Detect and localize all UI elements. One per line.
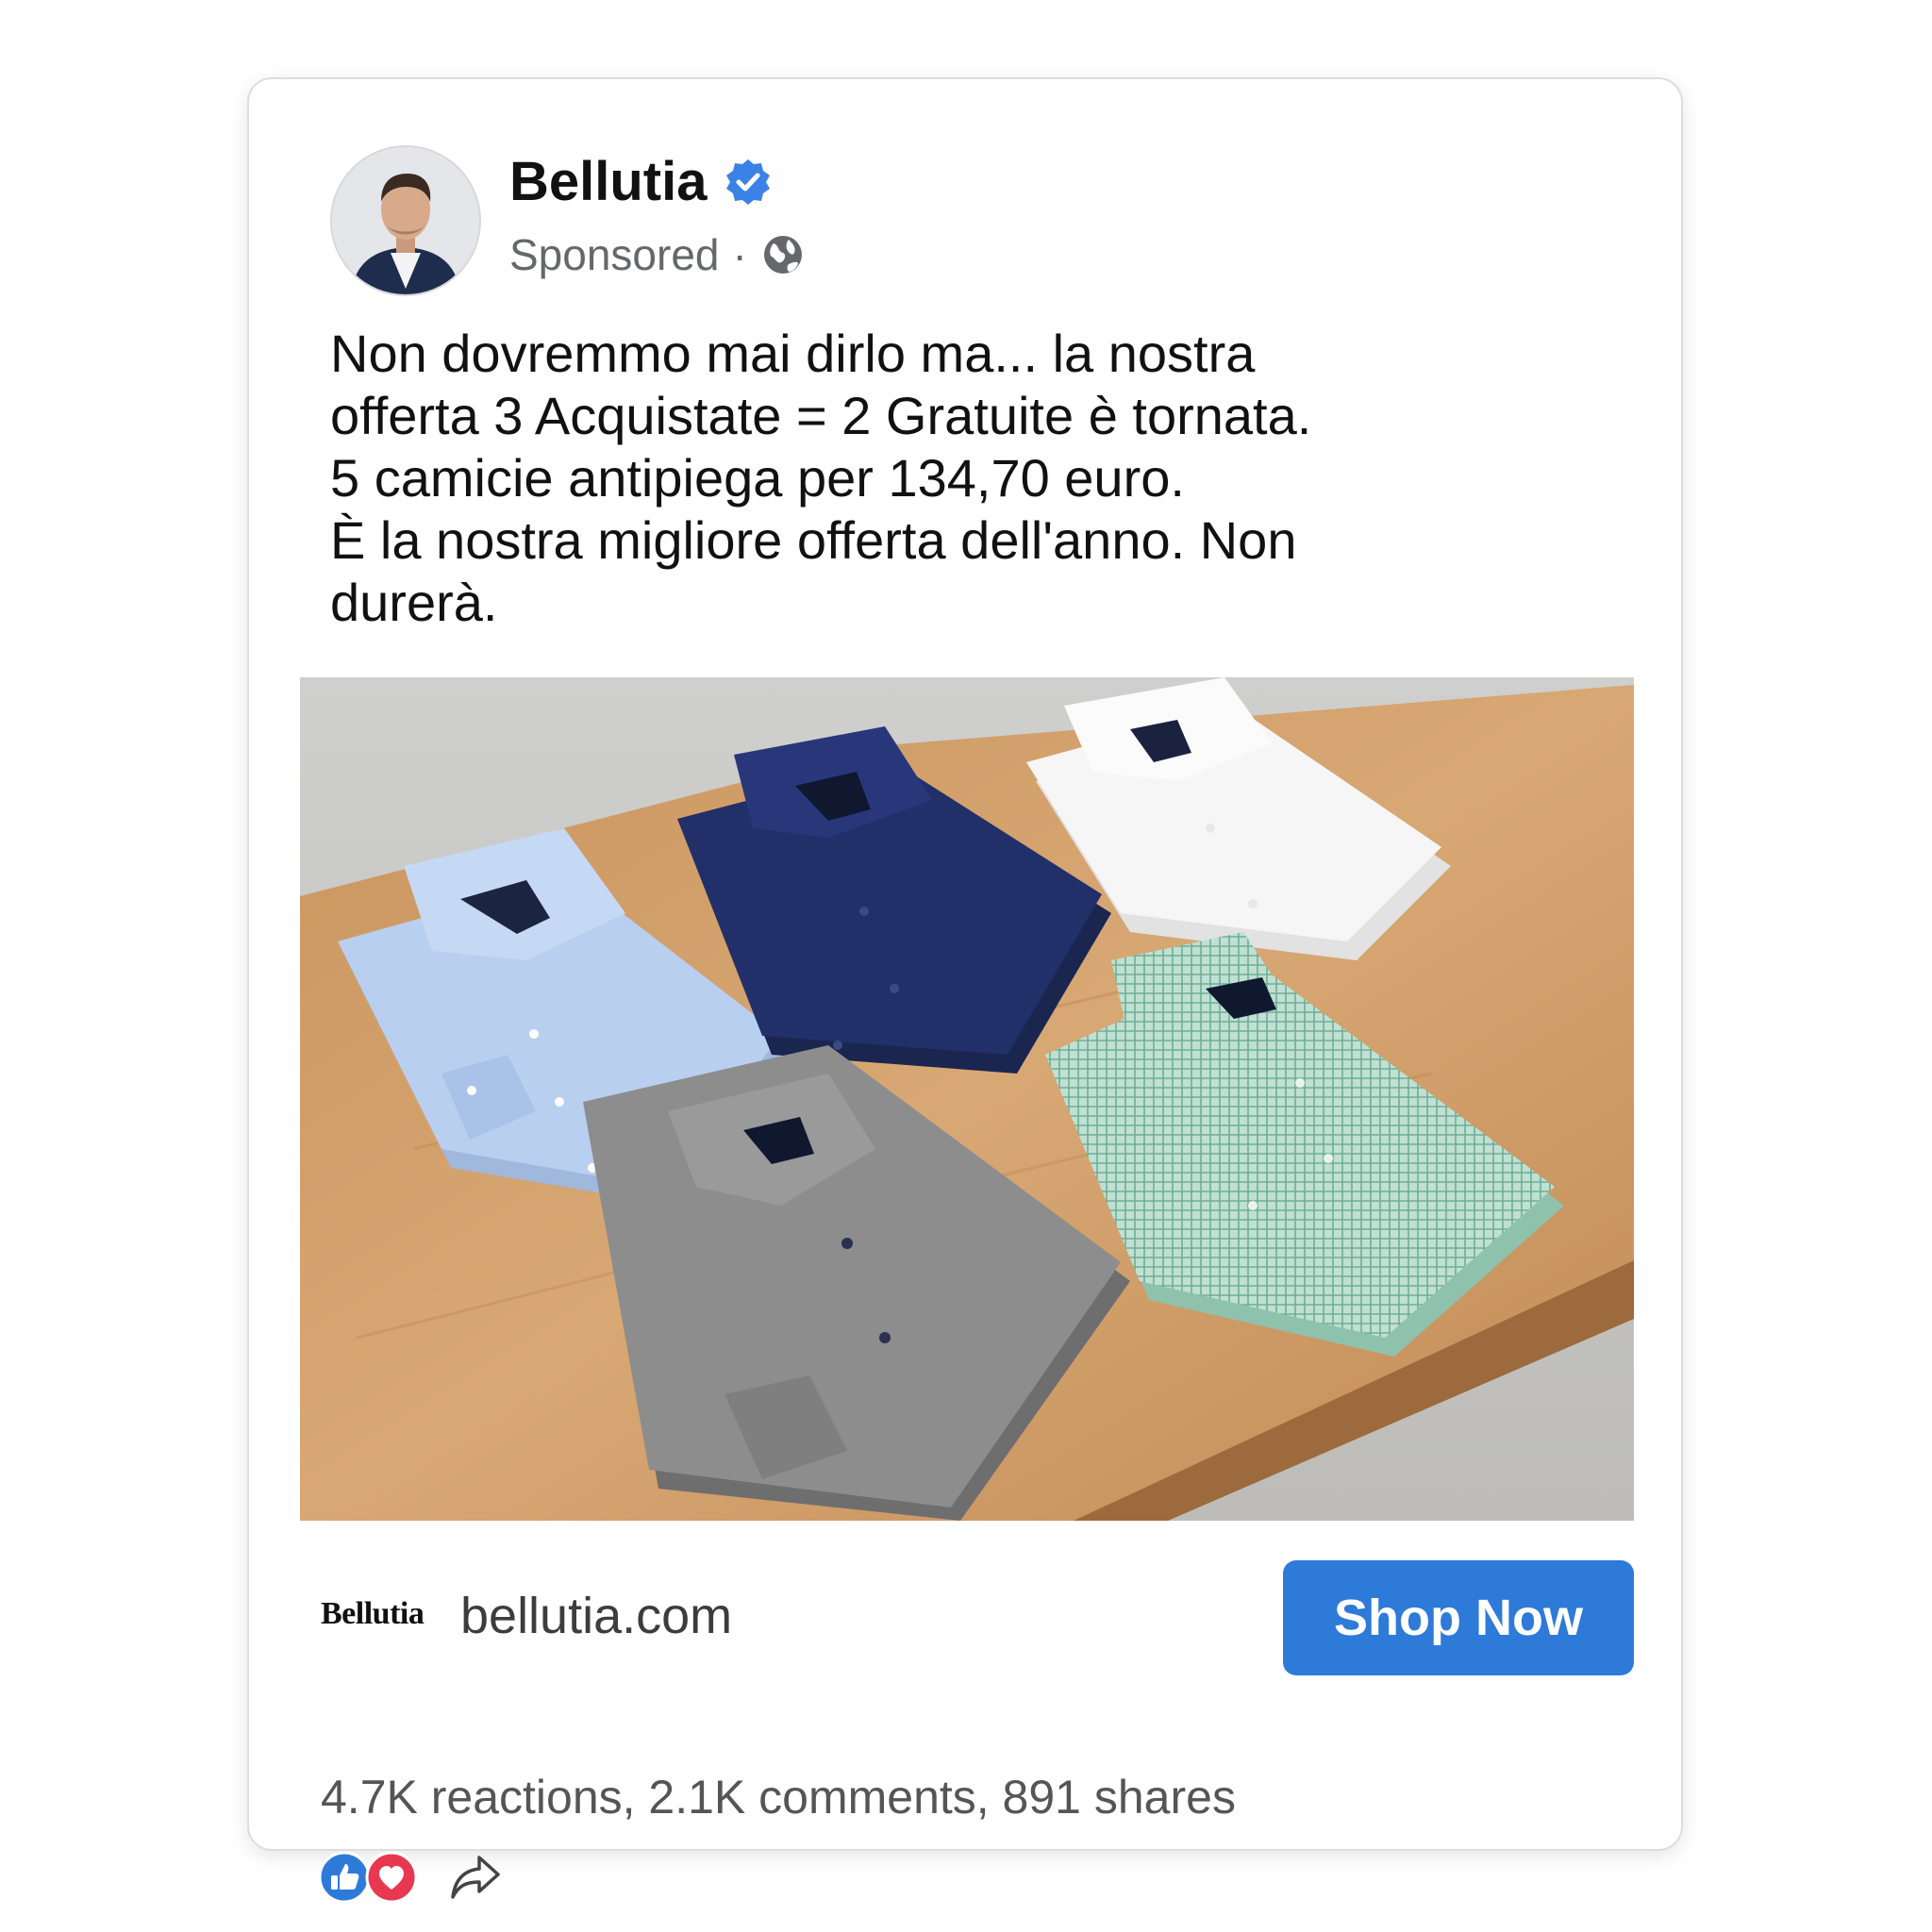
link-cta-row: Bellutia bellutia.com Shop Now — [321, 1560, 1634, 1677]
love-icon[interactable] — [364, 1850, 419, 1905]
page-avatar[interactable] — [330, 145, 481, 296]
globe-icon[interactable] — [760, 232, 806, 277]
sponsored-row: Sponsored · — [509, 232, 806, 277]
post-text-line: offerta 3 Acquistate = 2 Gratuite è torn… — [330, 386, 1312, 445]
folded-shirts-photo — [300, 677, 1634, 1521]
shop-now-button[interactable]: Shop Now — [1283, 1560, 1634, 1675]
share-icon[interactable] — [445, 1848, 504, 1907]
post-text-line: 5 camicie antipiega per 134,70 euro. — [330, 448, 1185, 508]
link-domain[interactable]: bellutia.com — [460, 1587, 732, 1645]
separator-dot: · — [732, 230, 747, 279]
brand-logo[interactable]: Bellutia — [321, 1596, 425, 1632]
post-text-line: Non dovremmo mai dirlo ma... la nostra — [330, 324, 1256, 383]
sponsored-post-card: Bellutia Sponsored · Non dovremmo mai di… — [247, 77, 1683, 1904]
sponsored-label[interactable]: Sponsored — [509, 233, 720, 276]
page-name-row: Bellutia — [509, 155, 774, 209]
page-name[interactable]: Bellutia — [509, 155, 708, 209]
post-text-line: È la nostra migliore offerta dell'anno. … — [330, 510, 1297, 570]
post-text: Non dovremmo mai dirlo ma... la nostra o… — [330, 323, 1632, 634]
engagement-summary[interactable]: 4.7K reactions, 2.1K comments, 891 share… — [321, 1774, 1236, 1821]
reactions-row — [317, 1847, 504, 1907]
verified-badge-icon — [725, 159, 770, 205]
post-text-line: durerà. — [330, 573, 498, 632]
post-image[interactable] — [300, 677, 1634, 1521]
avatar-photo — [332, 147, 479, 294]
